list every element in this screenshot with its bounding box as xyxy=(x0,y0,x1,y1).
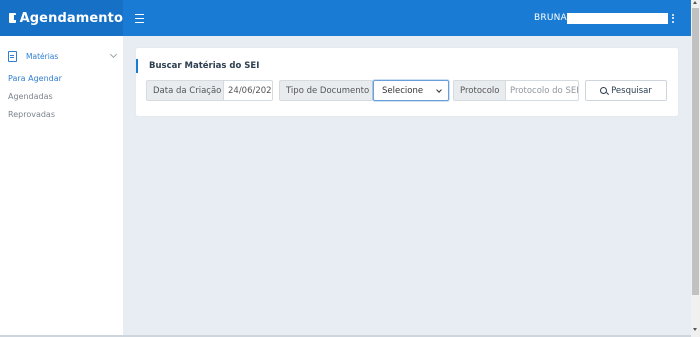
page-scrollbar[interactable] xyxy=(691,0,700,337)
doc-type-field-group: Tipo de Documento xyxy=(279,80,373,101)
sidebar-section-label: Matérias xyxy=(26,51,59,61)
search-button[interactable]: Pesquisar xyxy=(585,80,667,101)
calendar-icon xyxy=(9,13,16,23)
user-name: BRUNA xyxy=(534,13,567,23)
card-accent-bar xyxy=(136,59,138,73)
protocol-label: Protocolo xyxy=(453,80,506,101)
protocol-field-group: Protocolo Protocolo do SEI xyxy=(453,80,579,101)
date-label: Data da Criação xyxy=(146,80,224,101)
chevron-down-icon xyxy=(109,50,118,59)
scrollbar-thumb[interactable] xyxy=(692,8,699,295)
hamburger-icon[interactable] xyxy=(135,11,145,25)
doc-type-label: Tipo de Documento xyxy=(279,80,373,101)
card-title: Buscar Matérias do SEI xyxy=(149,61,260,71)
redacted-user-info xyxy=(566,12,668,24)
app-title: Agendamento xyxy=(19,10,123,26)
brand[interactable]: Agendamento xyxy=(0,0,123,36)
date-field-group: Data da Criação 24/06/2020 xyxy=(146,80,273,101)
doc-type-select[interactable]: Selecione xyxy=(373,80,449,101)
search-card: Buscar Matérias do SEI Data da Criação 2… xyxy=(136,48,678,116)
top-navbar: Agendamento BRUNA xyxy=(0,0,691,36)
search-button-label: Pesquisar xyxy=(611,85,652,96)
sidebar-section-materias[interactable]: Matérias xyxy=(0,46,123,66)
chevron-down-icon xyxy=(436,87,442,93)
sidebar-item-agendadas[interactable]: Agendadas xyxy=(8,92,53,101)
doc-type-selected: Selecione xyxy=(382,85,424,96)
sidebar-item-para-agendar[interactable]: Para Agendar xyxy=(8,74,62,83)
kebab-icon[interactable] xyxy=(672,12,675,24)
sidebar: Matérias Para Agendar Agendadas Reprovad… xyxy=(0,36,123,337)
doc-type-select-wrap: Selecione xyxy=(373,80,449,101)
document-icon xyxy=(8,50,17,62)
scroll-down-arrow-icon[interactable] xyxy=(693,328,697,331)
date-input[interactable]: 24/06/2020 xyxy=(224,80,273,101)
scroll-up-arrow-icon[interactable] xyxy=(693,1,697,4)
protocol-input[interactable]: Protocolo do SEI xyxy=(506,80,579,101)
search-icon xyxy=(600,86,608,94)
user-menu[interactable]: BRUNA xyxy=(534,11,668,25)
sidebar-item-reprovadas[interactable]: Reprovadas xyxy=(8,110,55,119)
